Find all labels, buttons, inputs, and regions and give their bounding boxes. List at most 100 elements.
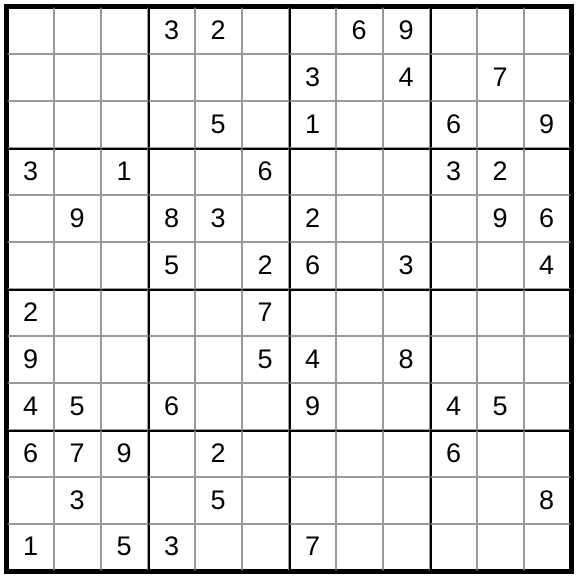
cell-4-2[interactable]	[101, 195, 148, 242]
cell-3-5[interactable]: 6	[242, 148, 289, 195]
cell-7-0[interactable]: 9	[7, 336, 54, 383]
cell-8-6[interactable]: 9	[289, 383, 336, 430]
cell-0-1[interactable]	[54, 7, 101, 54]
cell-0-7[interactable]: 6	[336, 7, 383, 54]
cell-7-5[interactable]: 5	[242, 336, 289, 383]
cell-8-0[interactable]: 4	[7, 383, 54, 430]
cell-3-0[interactable]: 3	[7, 148, 54, 195]
cell-9-3[interactable]	[148, 430, 195, 477]
cell-4-1[interactable]: 9	[54, 195, 101, 242]
cell-7-7[interactable]	[336, 336, 383, 383]
cell-2-1[interactable]	[54, 101, 101, 148]
cell-4-5[interactable]	[242, 195, 289, 242]
cell-2-8[interactable]	[383, 101, 430, 148]
cell-5-3[interactable]: 5	[148, 242, 195, 289]
cell-9-5[interactable]	[242, 430, 289, 477]
cell-11-3[interactable]: 3	[148, 524, 195, 571]
cell-0-3[interactable]: 3	[148, 7, 195, 54]
cell-10-2[interactable]	[101, 477, 148, 524]
cell-11-7[interactable]	[336, 524, 383, 571]
cell-9-11[interactable]	[524, 430, 571, 477]
cell-0-8[interactable]: 9	[383, 7, 430, 54]
cell-6-9[interactable]	[430, 289, 477, 336]
cell-1-10[interactable]: 7	[477, 54, 524, 101]
cell-2-5[interactable]	[242, 101, 289, 148]
cell-7-3[interactable]	[148, 336, 195, 383]
cell-3-8[interactable]	[383, 148, 430, 195]
cell-1-1[interactable]	[54, 54, 101, 101]
cell-8-3[interactable]: 6	[148, 383, 195, 430]
cell-5-7[interactable]	[336, 242, 383, 289]
cell-8-7[interactable]	[336, 383, 383, 430]
cell-9-2[interactable]: 9	[101, 430, 148, 477]
cell-5-9[interactable]	[430, 242, 477, 289]
cell-11-8[interactable]	[383, 524, 430, 571]
cell-7-1[interactable]	[54, 336, 101, 383]
cell-11-9[interactable]	[430, 524, 477, 571]
cell-10-6[interactable]	[289, 477, 336, 524]
cell-11-4[interactable]	[195, 524, 242, 571]
cell-5-10[interactable]	[477, 242, 524, 289]
cell-3-11[interactable]	[524, 148, 571, 195]
cell-3-2[interactable]: 1	[101, 148, 148, 195]
cell-2-3[interactable]	[148, 101, 195, 148]
cell-3-7[interactable]	[336, 148, 383, 195]
cell-3-4[interactable]	[195, 148, 242, 195]
cell-1-7[interactable]	[336, 54, 383, 101]
cell-0-2[interactable]	[101, 7, 148, 54]
cell-7-10[interactable]	[477, 336, 524, 383]
cell-11-5[interactable]	[242, 524, 289, 571]
cell-11-10[interactable]	[477, 524, 524, 571]
cell-2-0[interactable]	[7, 101, 54, 148]
cell-11-0[interactable]: 1	[7, 524, 54, 571]
cell-7-6[interactable]: 4	[289, 336, 336, 383]
cell-5-0[interactable]	[7, 242, 54, 289]
cell-4-11[interactable]: 6	[524, 195, 571, 242]
cell-3-6[interactable]	[289, 148, 336, 195]
cell-1-5[interactable]	[242, 54, 289, 101]
cell-10-3[interactable]	[148, 477, 195, 524]
cell-6-5[interactable]: 7	[242, 289, 289, 336]
cell-8-8[interactable]	[383, 383, 430, 430]
cell-0-11[interactable]	[524, 7, 571, 54]
cell-9-9[interactable]: 6	[430, 430, 477, 477]
cell-11-11[interactable]	[524, 524, 571, 571]
cell-1-3[interactable]	[148, 54, 195, 101]
cell-2-4[interactable]: 5	[195, 101, 242, 148]
cell-1-6[interactable]: 3	[289, 54, 336, 101]
cell-7-2[interactable]	[101, 336, 148, 383]
cell-10-7[interactable]	[336, 477, 383, 524]
cell-8-4[interactable]	[195, 383, 242, 430]
cell-9-10[interactable]	[477, 430, 524, 477]
cell-0-4[interactable]: 2	[195, 7, 242, 54]
cell-0-5[interactable]	[242, 7, 289, 54]
cell-3-3[interactable]	[148, 148, 195, 195]
cell-6-7[interactable]	[336, 289, 383, 336]
cell-0-6[interactable]	[289, 7, 336, 54]
cell-2-10[interactable]	[477, 101, 524, 148]
cell-3-9[interactable]: 3	[430, 148, 477, 195]
cell-0-10[interactable]	[477, 7, 524, 54]
cell-5-8[interactable]: 3	[383, 242, 430, 289]
cell-0-9[interactable]	[430, 7, 477, 54]
cell-1-11[interactable]	[524, 54, 571, 101]
cell-9-7[interactable]	[336, 430, 383, 477]
cell-4-9[interactable]	[430, 195, 477, 242]
cell-10-1[interactable]: 3	[54, 477, 101, 524]
cell-2-6[interactable]: 1	[289, 101, 336, 148]
cell-9-0[interactable]: 6	[7, 430, 54, 477]
cell-6-11[interactable]	[524, 289, 571, 336]
cell-11-1[interactable]	[54, 524, 101, 571]
cell-9-8[interactable]	[383, 430, 430, 477]
cell-11-2[interactable]: 5	[101, 524, 148, 571]
cell-6-0[interactable]: 2	[7, 289, 54, 336]
cell-5-5[interactable]: 2	[242, 242, 289, 289]
cell-1-9[interactable]	[430, 54, 477, 101]
cell-5-11[interactable]: 4	[524, 242, 571, 289]
cell-6-1[interactable]	[54, 289, 101, 336]
cell-3-10[interactable]: 2	[477, 148, 524, 195]
cell-9-1[interactable]: 7	[54, 430, 101, 477]
cell-1-0[interactable]	[7, 54, 54, 101]
cell-10-5[interactable]	[242, 477, 289, 524]
cell-7-4[interactable]	[195, 336, 242, 383]
